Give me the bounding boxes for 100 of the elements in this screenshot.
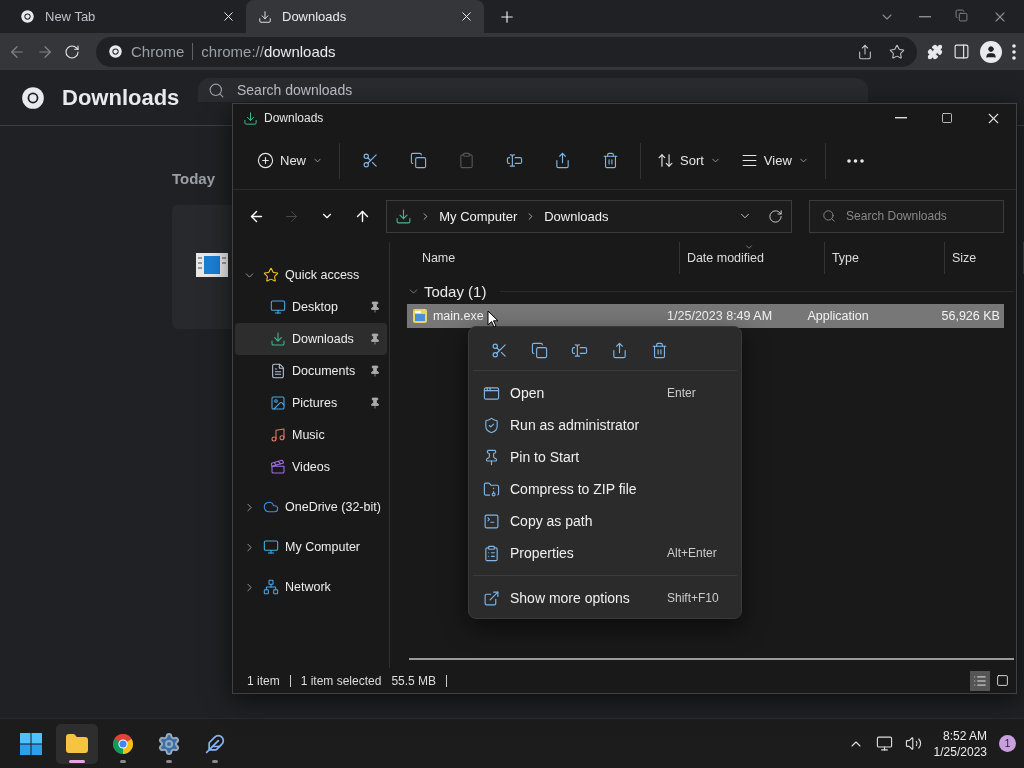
pin-icon — [483, 448, 500, 466]
windows-start-icon — [20, 732, 42, 755]
url-text: chrome://downloads — [201, 43, 336, 60]
menu-item[interactable]: Compress to ZIP file — [473, 473, 737, 505]
shield-icon — [483, 416, 500, 434]
table-cell-text: 1/25/2023 8:49 AM — [666, 309, 774, 323]
sort-icon — [657, 152, 674, 169]
site-label: Chrome — [131, 43, 194, 60]
address-bar[interactable]: Chrome chrome://downloads — [96, 36, 917, 67]
cloud-icon — [263, 499, 279, 515]
star-icon — [263, 267, 279, 283]
puzzle-icon — [927, 43, 943, 60]
scrollbar[interactable] — [408, 658, 1014, 660]
sidebar-item[interactable]: Music — [235, 419, 387, 451]
window-title: Downloads — [264, 111, 324, 125]
rename-icon — [505, 152, 523, 169]
page-title: Downloads — [62, 84, 181, 111]
clock-time: 8:52 AM — [942, 727, 987, 744]
archive-folder-icon — [483, 480, 500, 498]
selection-size: 55.5 MB — [391, 673, 437, 688]
sidebar-item[interactable]: Documents — [235, 355, 387, 387]
browser-tab[interactable]: New Tab — [8, 0, 246, 33]
application-icon — [196, 253, 228, 277]
path-icon — [483, 512, 500, 530]
side-panel-icon — [953, 43, 970, 60]
sidebar-item[interactable]: Downloads — [235, 323, 387, 355]
file-row[interactable]: main.exe 1/25/2023 8:49 AM Application 56,926 KB — [406, 304, 1004, 328]
search-field[interactable]: Search downloads — [198, 78, 868, 102]
refresh-icon — [768, 208, 784, 224]
browser-tab[interactable]: Downloads — [246, 0, 484, 33]
sort-button[interactable]: Sort — [651, 142, 727, 179]
menu-item[interactable]: Copy as path — [473, 505, 737, 537]
search-icon — [208, 81, 225, 99]
view-button[interactable]: View — [734, 142, 815, 179]
document-icon — [270, 363, 286, 379]
sidebar-item[interactable]: Desktop — [235, 291, 387, 323]
shortcut-text: Alt+Enter — [667, 546, 718, 560]
profile-avatar[interactable] — [980, 40, 1002, 63]
file-name: main.exe — [432, 309, 484, 323]
new-button[interactable]: New — [251, 142, 329, 179]
notification-badge[interactable]: 1 — [999, 735, 1016, 752]
menu-item[interactable]: Pin to Start — [473, 441, 737, 473]
volume-icon — [904, 735, 922, 752]
section-heading: Today — [172, 170, 217, 187]
list-icon — [973, 673, 987, 688]
download-icon — [243, 110, 258, 126]
rename-icon — [570, 342, 588, 359]
mouse-cursor-icon — [487, 310, 499, 328]
column-header[interactable]: Date modified — [679, 242, 825, 274]
clock-date: 1/25/2023 — [933, 743, 987, 760]
plus-circle-icon — [257, 152, 274, 169]
properties-icon — [483, 544, 500, 562]
sidebar-item[interactable]: Quick access — [235, 259, 387, 291]
reload-icon — [64, 43, 80, 60]
minimize-icon — [895, 117, 907, 119]
browser-logo-icon — [20, 9, 35, 24]
menu-item[interactable]: Show more options Shift+F10 — [473, 582, 737, 614]
search-field[interactable]: Search Downloads — [809, 199, 1004, 233]
close-icon — [221, 9, 236, 24]
application-icon — [412, 309, 427, 323]
column-header[interactable]: Size — [944, 242, 1024, 274]
folder-icon — [65, 731, 89, 756]
menu-item[interactable]: Properties Alt+Enter — [473, 537, 737, 569]
menu-item[interactable]: Open Enter — [473, 377, 737, 409]
address-field[interactable]: My Computer Downloads — [386, 199, 793, 233]
sidebar-item[interactable]: OneDrive (32-bit) — [235, 491, 387, 523]
download-icon — [395, 207, 413, 225]
column-header[interactable]: Name — [406, 242, 680, 274]
group-heading[interactable]: Today (1) — [423, 282, 487, 300]
sidebar-item[interactable]: Videos — [235, 451, 387, 483]
copy-icon — [409, 152, 427, 169]
copy-icon — [530, 342, 548, 359]
star-icon — [889, 43, 905, 60]
details-view-button[interactable] — [970, 670, 990, 691]
monitor-icon — [270, 299, 286, 315]
sidebar-item[interactable]: Network — [235, 571, 387, 603]
trash-icon — [601, 152, 619, 169]
shortcut-text: Enter — [667, 386, 697, 400]
sidebar-item[interactable]: My Computer — [235, 531, 387, 563]
item-count: 1 item — [247, 673, 280, 688]
share-icon — [610, 342, 628, 359]
sort-caret-icon — [743, 242, 754, 252]
menu-item[interactable]: Run as administrator — [473, 409, 737, 441]
sidebar-item[interactable]: Pictures — [235, 387, 387, 419]
maximize-icon — [941, 112, 953, 124]
table-cell-text: 56,926 KB — [940, 309, 1001, 323]
column-header[interactable]: Type — [824, 242, 945, 274]
shortcut-text: Shift+F10 — [667, 591, 720, 605]
share-icon — [857, 43, 873, 60]
close-icon — [459, 9, 474, 24]
clipboard-icon — [457, 152, 475, 169]
browser-icon — [111, 731, 135, 756]
tile-icon — [995, 674, 1009, 687]
menu-icon — [1012, 43, 1016, 60]
share-icon — [553, 152, 571, 169]
more-icon — [847, 158, 865, 163]
scissors-icon — [490, 342, 508, 359]
gear-icon — [157, 731, 181, 756]
search-icon — [822, 209, 837, 223]
taskbar-app[interactable] — [56, 723, 98, 764]
